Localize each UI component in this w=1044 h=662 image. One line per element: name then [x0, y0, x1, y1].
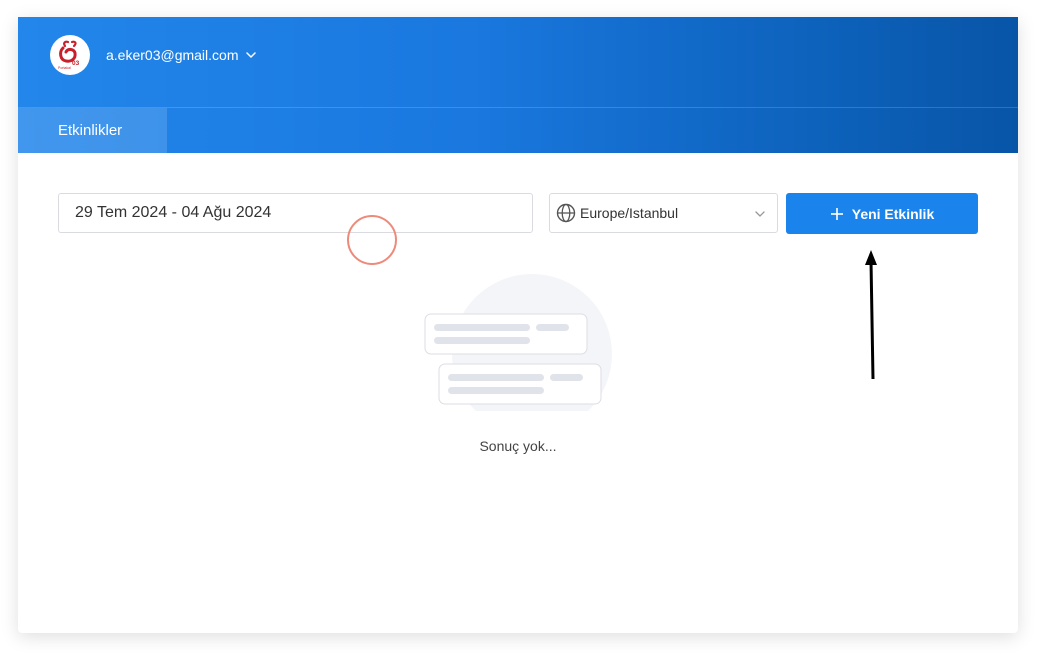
timezone-select[interactable]: Europe/Istanbul	[549, 193, 778, 233]
chevron-down-icon	[755, 211, 765, 217]
timezone-value: Europe/Istanbul	[580, 205, 679, 221]
annotation-arrow	[865, 250, 877, 380]
avatar[interactable]: 03 Portakal	[50, 35, 90, 75]
logo-number: 03	[72, 60, 80, 67]
top-strip	[0, 0, 1044, 17]
account-email: a.eker03@gmail.com	[106, 47, 239, 63]
tab-label: Etkinlikler	[58, 122, 123, 139]
new-event-button[interactable]: Yeni Etkinlik	[786, 193, 978, 234]
plus-icon	[830, 207, 843, 220]
chevron-down-icon	[245, 52, 256, 58]
tab-etkinlikler[interactable]: Etkinlikler	[18, 108, 167, 153]
brand-logo: 03 Portakal	[58, 40, 80, 70]
header-divider	[18, 107, 1018, 108]
main-panel: 03 Portakal a.eker03@gmail.com Etkinlikl…	[18, 17, 1018, 633]
logo-subtext: Portakal	[58, 66, 71, 70]
empty-state-illustration	[424, 274, 612, 411]
globe-icon	[556, 203, 576, 223]
empty-state-message: Sonuç yok...	[479, 438, 557, 454]
app-header: 03 Portakal a.eker03@gmail.com Etkinlikl…	[18, 17, 1018, 153]
account-menu[interactable]: a.eker03@gmail.com	[106, 46, 257, 64]
date-range-input[interactable]	[58, 193, 533, 233]
new-event-label: Yeni Etkinlik	[851, 205, 935, 222]
click-indicator	[347, 215, 397, 265]
